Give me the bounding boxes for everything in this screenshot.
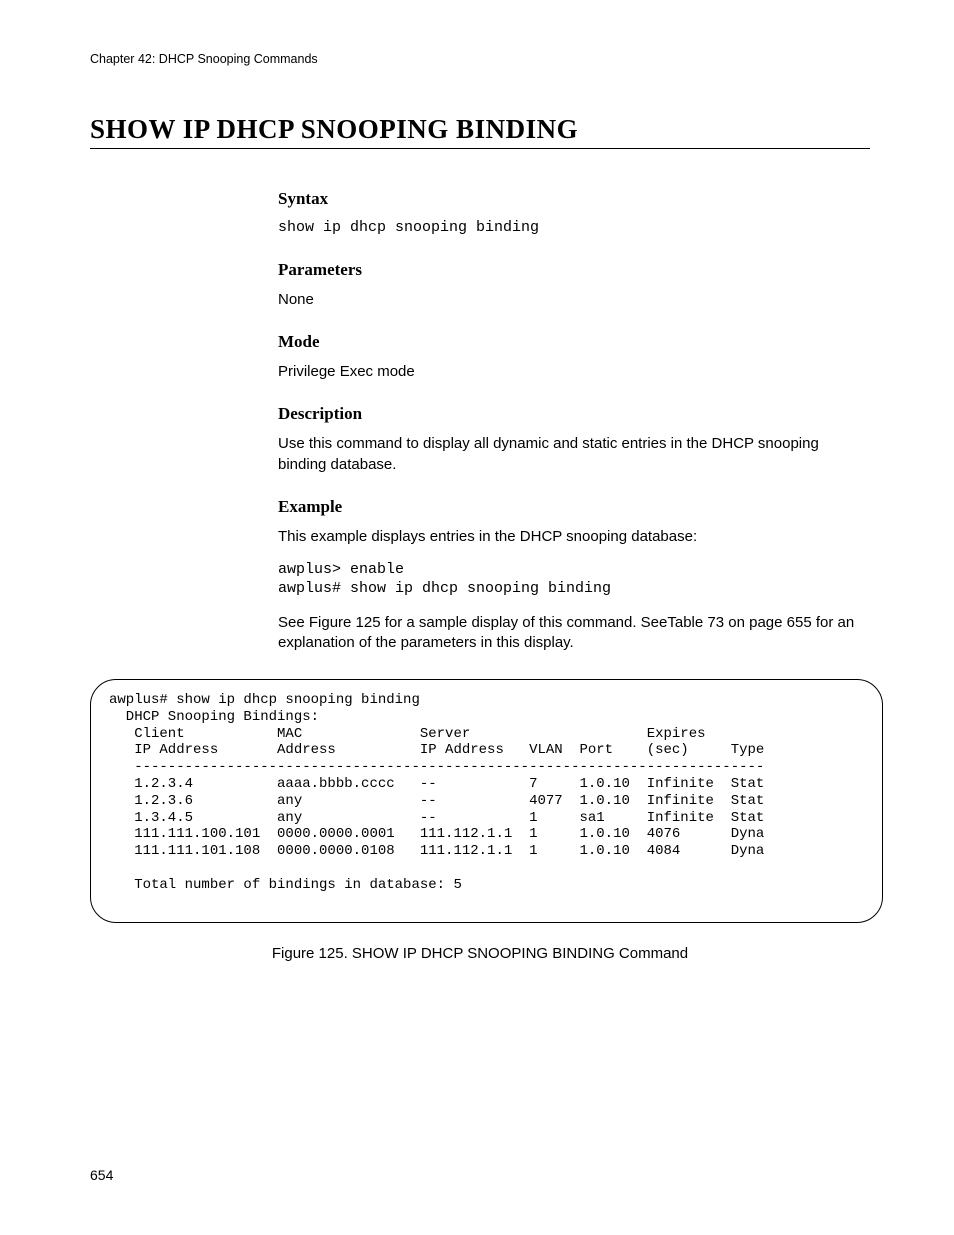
content-body: Syntax show ip dhcp snooping binding Par… — [278, 189, 870, 653]
parameters-text: None — [278, 290, 870, 310]
mode-text: Privilege Exec mode — [278, 362, 870, 382]
syntax-heading: Syntax — [278, 189, 870, 209]
description-text: Use this command to display all dynamic … — [278, 434, 870, 475]
parameters-heading: Parameters — [278, 260, 870, 280]
description-heading: Description — [278, 404, 870, 424]
example-intro: This example displays entries in the DHC… — [278, 527, 870, 547]
example-after: See Figure 125 for a sample display of t… — [278, 613, 870, 654]
page-title: SHOW IP DHCP SNOOPING BINDING — [90, 114, 870, 149]
chapter-header: Chapter 42: DHCP Snooping Commands — [90, 52, 870, 66]
page: Chapter 42: DHCP Snooping Commands SHOW … — [0, 0, 954, 1235]
terminal-output-box: awplus# show ip dhcp snooping binding DH… — [90, 679, 883, 923]
figure-caption: Figure 125. SHOW IP DHCP SNOOPING BINDIN… — [90, 945, 870, 962]
example-heading: Example — [278, 497, 870, 517]
mode-heading: Mode — [278, 332, 870, 352]
page-number: 654 — [90, 1167, 113, 1183]
syntax-code: show ip dhcp snooping binding — [278, 219, 870, 238]
example-code: awplus> enable awplus# show ip dhcp snoo… — [278, 561, 870, 599]
terminal-output: awplus# show ip dhcp snooping binding DH… — [109, 692, 864, 894]
